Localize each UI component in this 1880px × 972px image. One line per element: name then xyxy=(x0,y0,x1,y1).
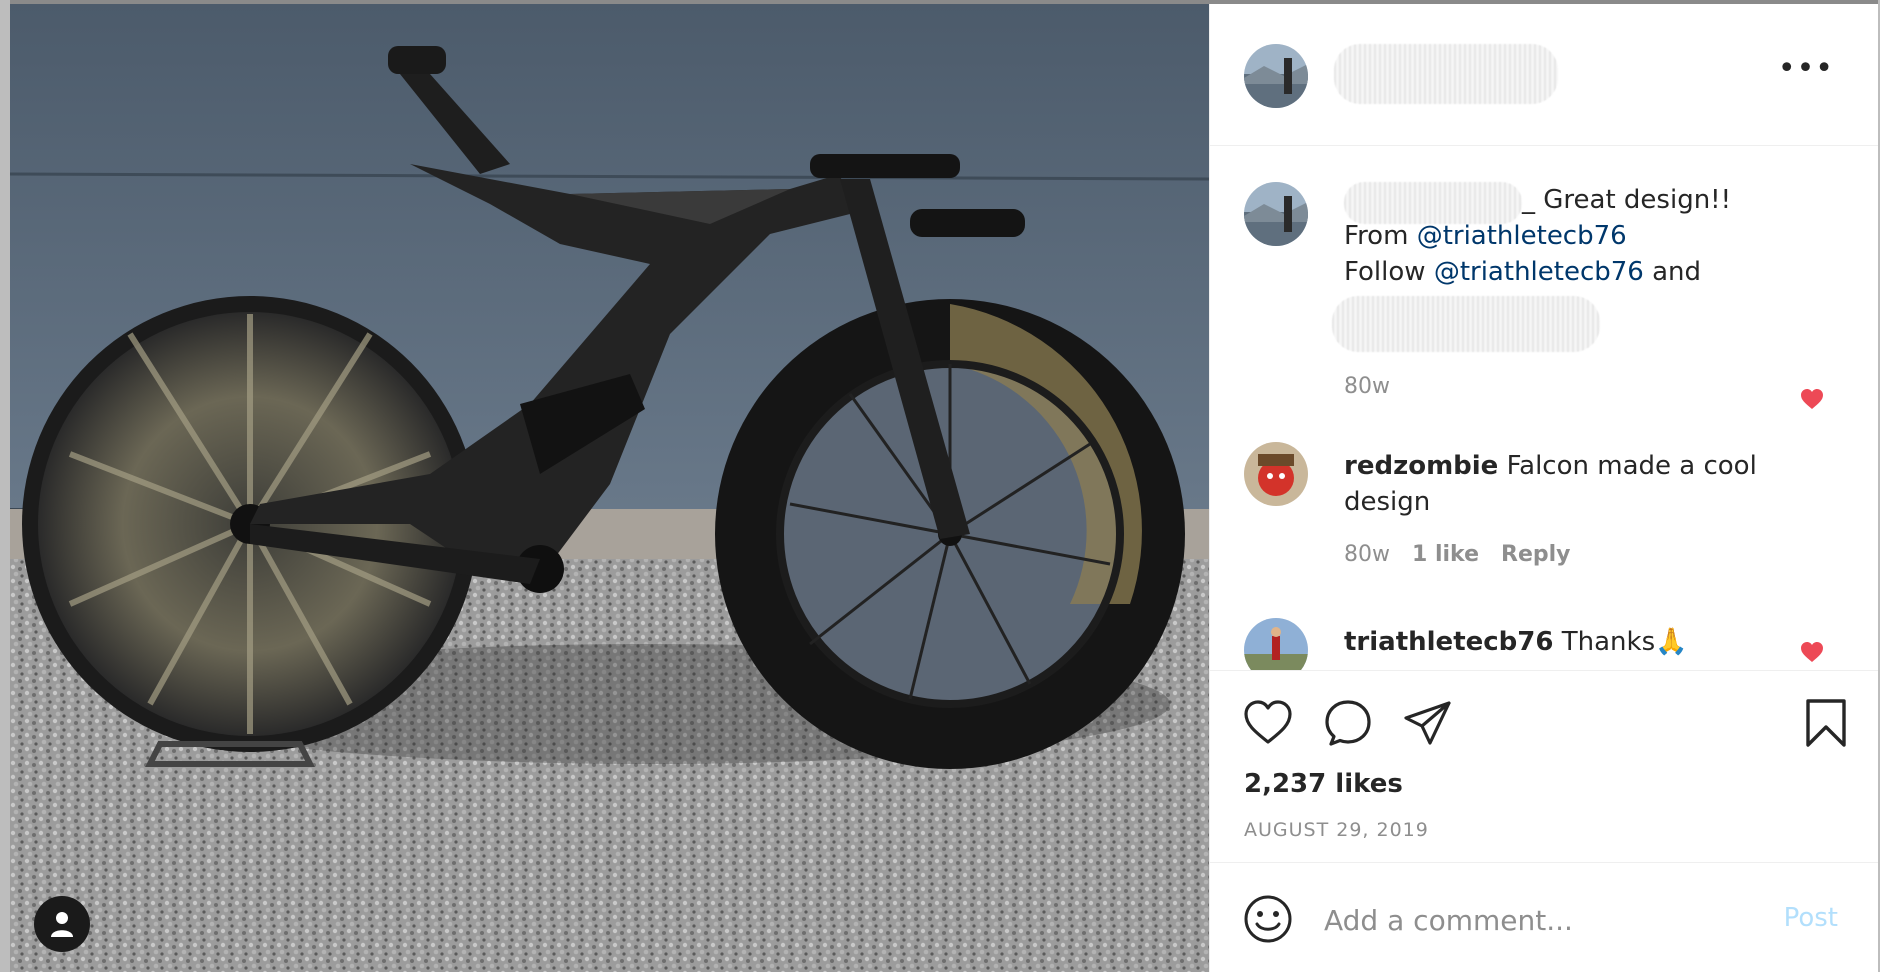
comment-age[interactable]: 80w xyxy=(1344,542,1390,567)
caption-line-3: Follow @triathletecb76 and xyxy=(1344,254,1701,290)
window-left-edge xyxy=(0,0,10,972)
post-comment-button[interactable]: Post xyxy=(1784,903,1838,933)
post-side-panel: ••• _ Great design!! From @triathletecb7… xyxy=(1209,4,1878,972)
comment-meta: 80w 1 like Reply xyxy=(1344,542,1593,567)
caption-author-avatar[interactable] xyxy=(1244,182,1308,246)
comment-username[interactable]: redzombie xyxy=(1344,451,1498,481)
share-paper-plane-icon[interactable] xyxy=(1402,697,1454,749)
post-date[interactable]: AUGUST 29, 2019 xyxy=(1244,819,1429,841)
comment-line-1: triathletecb76 Thanks🙏 xyxy=(1344,624,1687,660)
reply-button[interactable]: Reply xyxy=(1501,542,1571,567)
commenter-avatar[interactable] xyxy=(1244,442,1308,506)
comment-likes[interactable]: 1 like xyxy=(1412,542,1479,567)
comment-username[interactable]: triathletecb76 xyxy=(1344,627,1553,657)
commenter-avatar[interactable] xyxy=(1244,618,1308,670)
landscape-avatar-icon xyxy=(1244,182,1308,246)
tagged-user-icon[interactable] xyxy=(34,896,90,952)
add-comment-bar: Post xyxy=(1210,862,1878,972)
post-photo[interactable] xyxy=(10,4,1209,972)
comment-bubble-icon[interactable] xyxy=(1322,697,1374,749)
zombie-avatar-icon xyxy=(1244,442,1308,506)
comment-input[interactable] xyxy=(1322,893,1766,947)
save-bookmark-icon[interactable] xyxy=(1800,697,1852,749)
comments-list[interactable]: _ Great design!! From @triathletecb76 Fo… xyxy=(1210,146,1878,670)
caption-age[interactable]: 80w xyxy=(1344,374,1390,399)
person-icon xyxy=(51,912,73,937)
comment-text: Falcon made a cool xyxy=(1506,451,1757,481)
landscape-avatar-icon xyxy=(1244,44,1308,108)
caption-meta: 80w xyxy=(1344,374,1412,399)
caption-mention-link[interactable]: @triathletecb76 xyxy=(1417,221,1627,251)
caption-line-1: _ Great design!! xyxy=(1522,182,1731,218)
caption-mention-link[interactable]: @triathletecb76 xyxy=(1434,257,1644,287)
comment-text: Thanks🙏 xyxy=(1561,627,1688,657)
post-actions: 2,237 likes AUGUST 29, 2019 xyxy=(1210,670,1878,870)
bike-photo-illustration xyxy=(10,4,1209,972)
caption-line-2: From @triathletecb76 xyxy=(1344,218,1627,254)
comment-line-1: redzombie Falcon made a cool xyxy=(1344,448,1757,484)
likes-count[interactable]: 2,237 likes xyxy=(1244,769,1403,799)
redacted-username xyxy=(1334,44,1558,104)
caption-and-text: and xyxy=(1643,257,1702,287)
more-options-icon[interactable]: ••• xyxy=(1778,54,1834,84)
liked-heart-icon[interactable] xyxy=(1800,641,1824,663)
caption-follow-text: Follow xyxy=(1344,257,1434,287)
comment-line-2: design xyxy=(1344,484,1430,520)
caption-text: _ Great design!! xyxy=(1522,185,1732,215)
redacted-caption-text xyxy=(1332,296,1600,352)
runner-avatar-icon xyxy=(1244,618,1308,670)
liked-heart-icon[interactable] xyxy=(1800,388,1824,410)
caption-from-text: From xyxy=(1344,221,1417,251)
author-avatar[interactable] xyxy=(1244,44,1308,108)
emoji-smiley-icon[interactable] xyxy=(1242,893,1294,945)
like-heart-icon[interactable] xyxy=(1242,697,1294,749)
post-header: ••• xyxy=(1210,4,1878,146)
comment-text-continued: design xyxy=(1344,487,1431,517)
